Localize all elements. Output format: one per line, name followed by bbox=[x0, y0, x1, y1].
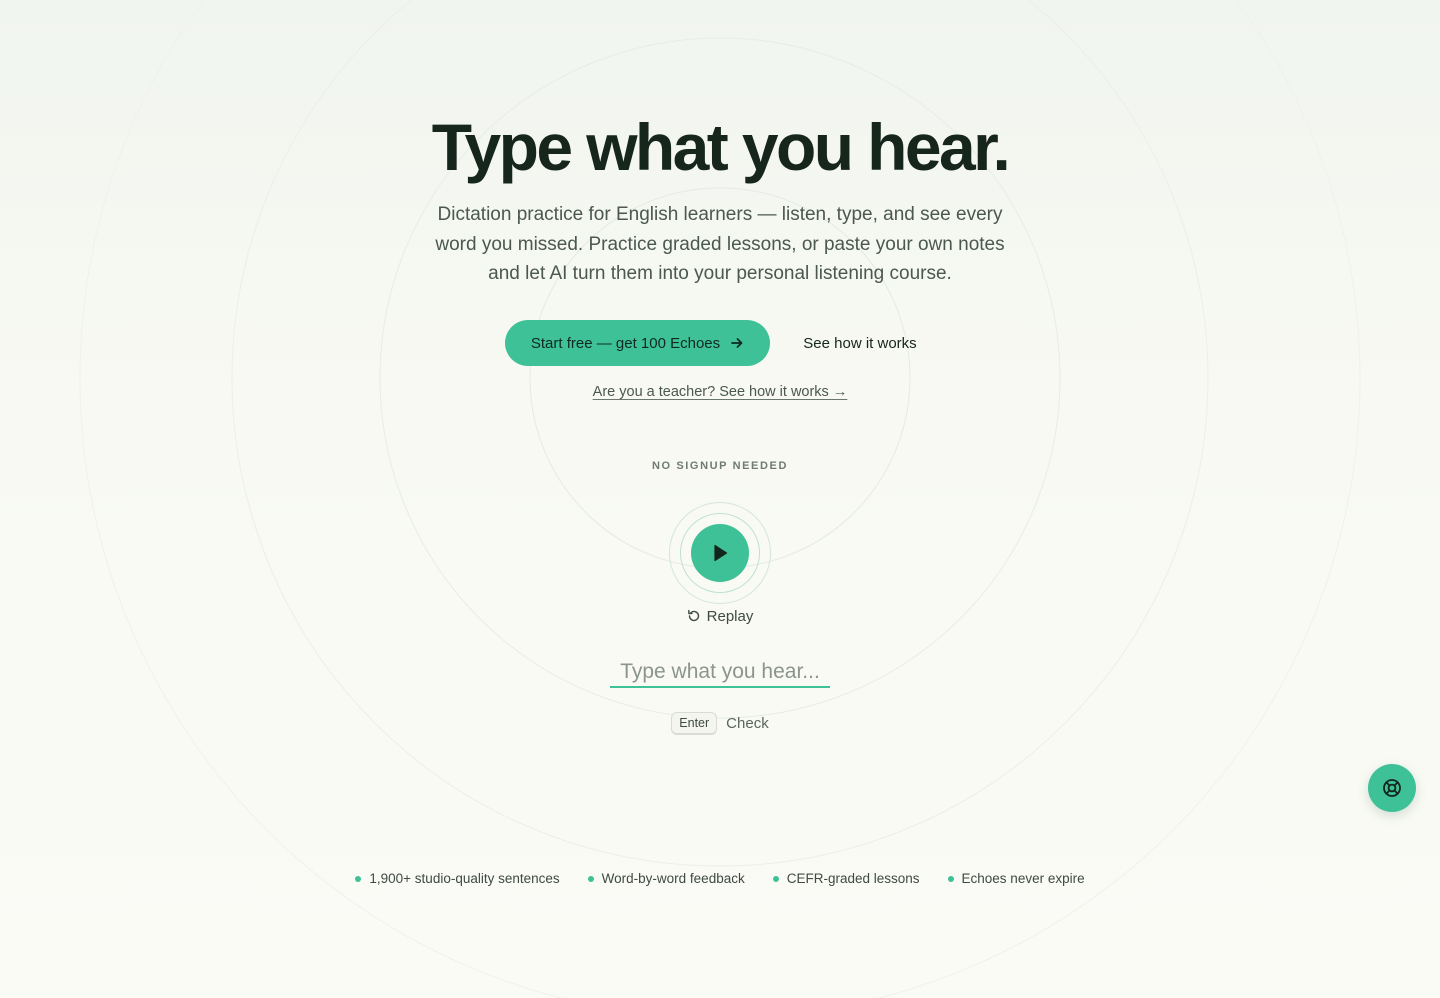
no-signup-label: NO SIGNUP NEEDED bbox=[651, 460, 789, 472]
player-rings bbox=[669, 502, 771, 604]
enter-key-badge: Enter bbox=[671, 712, 718, 735]
start-free-button[interactable]: Start free — get 100 Echoes bbox=[505, 320, 770, 366]
teacher-link[interactable]: Are you a teacher? See how it works → bbox=[593, 384, 848, 400]
lifebuoy-icon bbox=[1381, 777, 1403, 799]
play-button[interactable] bbox=[691, 524, 749, 582]
feature-item: CEFR-graded lessons bbox=[772, 871, 920, 886]
replay-label: Replay bbox=[706, 607, 754, 625]
feature-label: Echoes never expire bbox=[961, 871, 1085, 886]
bullet-dot-icon bbox=[947, 875, 954, 882]
hero-subtitle: Dictation practice for English learners … bbox=[435, 204, 1005, 284]
dictation-input[interactable] bbox=[610, 658, 830, 688]
page-title: Type what you hear. bbox=[431, 110, 1011, 184]
feature-list: 1,900+ studio-quality sentences Word-by-… bbox=[0, 871, 1440, 886]
feature-label: 1,900+ studio-quality sentences bbox=[369, 871, 560, 886]
feature-label: CEFR-graded lessons bbox=[786, 871, 920, 886]
check-hint-label: Check bbox=[726, 715, 769, 732]
rotate-ccw-icon bbox=[687, 609, 701, 623]
bullet-dot-icon bbox=[772, 875, 779, 882]
see-how-it-works-link[interactable]: See how it works bbox=[790, 320, 930, 366]
help-button[interactable] bbox=[1368, 764, 1416, 812]
feature-item: 1,900+ studio-quality sentences bbox=[355, 871, 560, 886]
play-icon bbox=[711, 543, 729, 563]
feature-label: Word-by-word feedback bbox=[601, 871, 745, 886]
feature-item: Echoes never expire bbox=[947, 871, 1085, 886]
teacher-link-row: Are you a teacher? See how it works → bbox=[0, 384, 1440, 400]
bullet-dot-icon bbox=[587, 875, 594, 882]
submit-hint: Enter Check bbox=[0, 712, 1440, 735]
bullet-dot-icon bbox=[355, 875, 362, 882]
feature-item: Word-by-word feedback bbox=[587, 871, 745, 886]
start-free-label: Start free — get 100 Echoes bbox=[530, 334, 721, 352]
replay-button[interactable]: Replay bbox=[680, 604, 760, 628]
arrow-right-icon bbox=[730, 336, 744, 350]
